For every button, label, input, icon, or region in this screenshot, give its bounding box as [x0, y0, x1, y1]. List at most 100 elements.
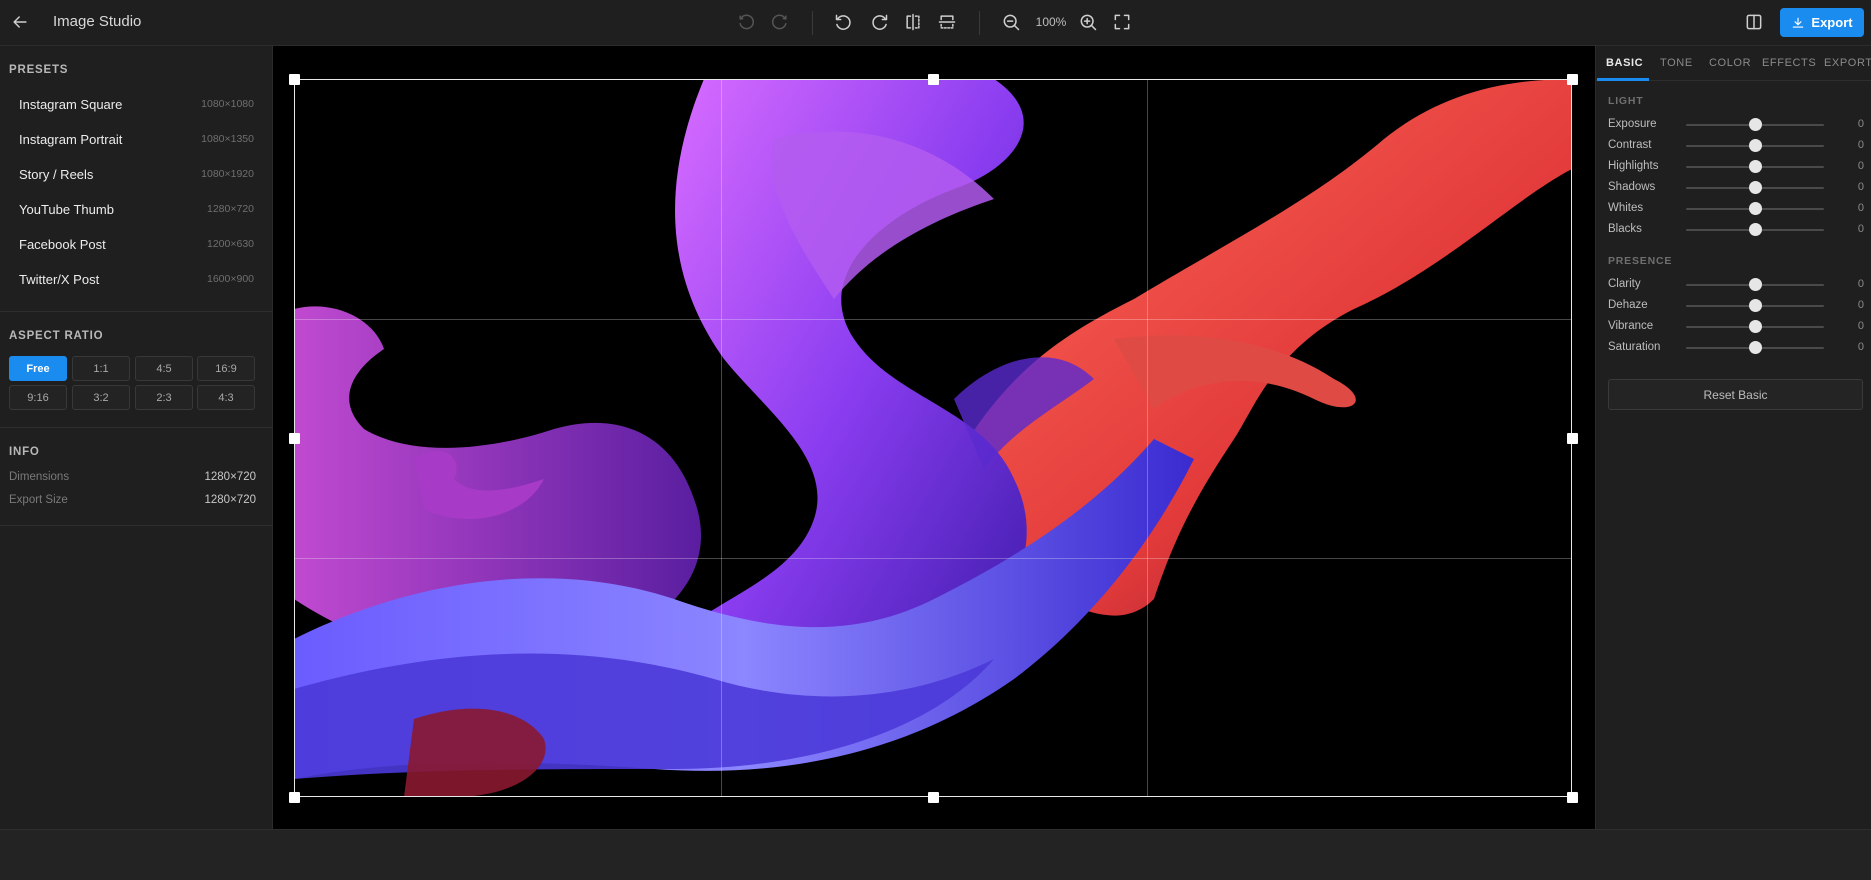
slider-label: Shadows	[1608, 181, 1656, 193]
undo-icon	[739, 14, 754, 30]
rotate-left-icon	[835, 14, 851, 30]
ratio-2-3-button[interactable]: 2:3	[135, 385, 193, 410]
slider-thumb[interactable]	[1749, 223, 1762, 236]
undo-button[interactable]	[733, 9, 759, 35]
ratio-16-9-button[interactable]: 16:9	[197, 356, 255, 381]
ratio-free-button[interactable]: Free	[9, 356, 67, 381]
ratio-9-16-button[interactable]: 9:16	[9, 385, 67, 410]
split-view-icon	[1746, 14, 1762, 30]
adjustments-panel: BASIC TONE COLOR EFFECTS EXPORT LIGHT Ex…	[1595, 46, 1871, 829]
preset-item[interactable]: Twitter/X Post 1600×900	[9, 263, 262, 295]
crop-handle-bottom[interactable]	[928, 792, 939, 803]
crop-handle-bottom-right[interactable]	[1567, 792, 1578, 803]
rotate-right-icon	[872, 14, 888, 30]
slider-track[interactable]	[1686, 223, 1824, 236]
info-value: 1280×720	[204, 471, 257, 483]
preset-size: 1280×720	[206, 203, 254, 215]
slider-exposure: Exposure 0	[1608, 117, 1864, 133]
reset-basic-button[interactable]: Reset Basic	[1608, 379, 1863, 410]
preset-size: 1600×900	[206, 273, 254, 285]
slider-track[interactable]	[1686, 181, 1824, 194]
tab-export[interactable]: EXPORT	[1824, 57, 1871, 69]
slider-thumb[interactable]	[1749, 202, 1762, 215]
slider-label: Blacks	[1608, 223, 1642, 235]
crop-handle-top-left[interactable]	[289, 74, 300, 85]
slider-contrast: Contrast 0	[1608, 138, 1864, 154]
preset-item[interactable]: YouTube Thumb 1280×720	[9, 193, 262, 225]
rotate-left-button[interactable]	[831, 9, 857, 35]
flip-horizontal-icon	[906, 13, 920, 31]
slider-track[interactable]	[1686, 341, 1824, 354]
slider-label: Saturation	[1608, 341, 1661, 353]
flip-vertical-button[interactable]	[934, 9, 960, 35]
slider-shadows: Shadows 0	[1608, 180, 1864, 196]
slider-highlights: Highlights 0	[1608, 159, 1864, 175]
crop-handle-left[interactable]	[289, 433, 300, 444]
preset-item[interactable]: Facebook Post 1200×630	[9, 228, 262, 260]
slider-thumb[interactable]	[1749, 299, 1762, 312]
editor-canvas[interactable]	[273, 46, 1595, 829]
slider-track[interactable]	[1686, 139, 1824, 152]
image-editor-app: Image Studio 100% Export PRESETS Instagr…	[0, 0, 1871, 880]
redo-icon	[772, 14, 787, 30]
tab-basic[interactable]: BASIC	[1606, 57, 1643, 69]
bottom-bar	[0, 829, 1871, 880]
slider-thumb[interactable]	[1749, 160, 1762, 173]
slider-thumb[interactable]	[1749, 341, 1762, 354]
redo-button[interactable]	[767, 9, 793, 35]
crop-handle-right[interactable]	[1567, 433, 1578, 444]
preset-item[interactable]: Instagram Square 1080×1080	[9, 88, 262, 120]
ratio-1-1-button[interactable]: 1:1	[72, 356, 130, 381]
slider-thumb[interactable]	[1749, 278, 1762, 291]
ratio-4-5-button[interactable]: 4:5	[135, 356, 193, 381]
export-button[interactable]: Export	[1780, 8, 1864, 37]
compare-view-button[interactable]	[1741, 9, 1767, 35]
ratio-4-3-button[interactable]: 4:3	[197, 385, 255, 410]
back-button[interactable]	[7, 9, 33, 35]
info-value: 1280×720	[204, 494, 257, 506]
slider-thumb[interactable]	[1749, 118, 1762, 131]
preset-name: Instagram Square	[19, 96, 123, 112]
rotate-right-button[interactable]	[866, 9, 892, 35]
tab-color[interactable]: COLOR	[1709, 57, 1751, 69]
slider-track[interactable]	[1686, 320, 1824, 333]
fit-to-screen-button[interactable]	[1109, 9, 1135, 35]
preset-item[interactable]: Story / Reels 1080×1920	[9, 158, 262, 190]
slider-thumb[interactable]	[1749, 139, 1762, 152]
zoom-in-button[interactable]	[1075, 9, 1101, 35]
info-row-dimensions: Dimensions 1280×720	[9, 471, 256, 483]
slider-whites: Whites 0	[1608, 201, 1864, 217]
slider-track[interactable]	[1686, 118, 1824, 131]
slider-dehaze: Dehaze 0	[1608, 298, 1864, 314]
slider-clarity: Clarity 0	[1608, 277, 1864, 293]
slider-track[interactable]	[1686, 202, 1824, 215]
presets-title: PRESETS	[9, 64, 69, 76]
aspect-ratio-title: ASPECT RATIO	[9, 330, 104, 342]
preset-name: Story / Reels	[19, 166, 94, 182]
info-title: INFO	[9, 446, 40, 458]
crop-handle-top[interactable]	[928, 74, 939, 85]
slider-thumb[interactable]	[1749, 320, 1762, 333]
toolbar-divider	[979, 11, 980, 35]
toolbar-divider	[812, 11, 813, 35]
slider-track[interactable]	[1686, 160, 1824, 173]
slider-label: Highlights	[1608, 160, 1659, 172]
flip-horizontal-button[interactable]	[900, 9, 926, 35]
crop-handle-top-right[interactable]	[1567, 74, 1578, 85]
abstract-fluid-artwork	[294, 79, 1572, 797]
tab-effects[interactable]: EFFECTS	[1762, 57, 1816, 69]
slider-value: 0	[1857, 118, 1864, 130]
preset-item[interactable]: Instagram Portrait 1080×1350	[9, 123, 262, 155]
slider-value: 0	[1857, 320, 1864, 332]
tab-tone[interactable]: TONE	[1660, 57, 1693, 69]
slider-thumb[interactable]	[1749, 181, 1762, 194]
slider-track[interactable]	[1686, 278, 1824, 291]
flip-vertical-icon	[938, 15, 956, 29]
crop-handle-bottom-left[interactable]	[289, 792, 300, 803]
slider-label: Whites	[1608, 202, 1644, 214]
info-label: Dimensions	[9, 471, 70, 483]
ratio-3-2-button[interactable]: 3:2	[72, 385, 130, 410]
preset-size: 1080×1080	[201, 98, 254, 110]
slider-track[interactable]	[1686, 299, 1824, 312]
zoom-out-button[interactable]	[998, 9, 1024, 35]
